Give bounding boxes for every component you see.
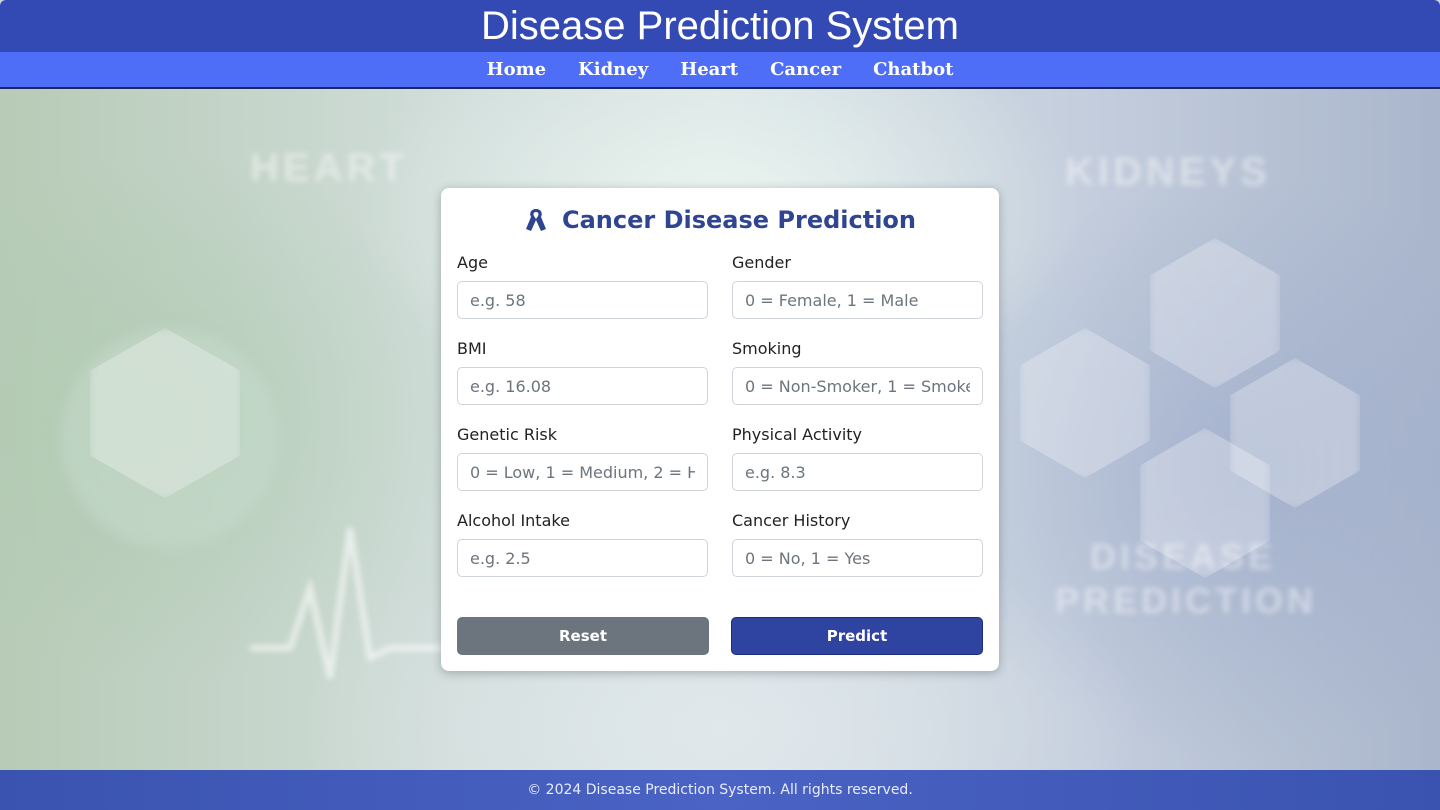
smoking-input[interactable] <box>732 367 983 405</box>
app-title: Disease Prediction System <box>481 4 959 48</box>
age-input[interactable] <box>457 281 708 319</box>
alcohol-intake-input[interactable] <box>457 539 708 577</box>
app-header: Disease Prediction System <box>0 0 1440 52</box>
bg-word: PREDICTION <box>1055 580 1318 621</box>
gender-label: Gender <box>732 253 791 272</box>
cancer-history-label: Cancer History <box>732 511 851 530</box>
page-footer: © 2024 Disease Prediction System. All ri… <box>0 770 1440 810</box>
form-title: Cancer Disease Prediction <box>441 202 999 238</box>
nav-heart[interactable]: Heart <box>680 59 738 80</box>
physical-activity-input[interactable] <box>732 453 983 491</box>
age-label: Age <box>457 253 488 272</box>
nav-cancer[interactable]: Cancer <box>770 59 841 80</box>
main-nav: Home Kidney Heart Cancer Chatbot <box>0 52 1440 89</box>
alcohol-intake-label: Alcohol Intake <box>457 511 570 530</box>
reset-button[interactable]: Reset <box>457 617 709 655</box>
cancer-prediction-form: Cancer Disease Prediction Age Gender BMI… <box>441 188 999 671</box>
physical-activity-label: Physical Activity <box>732 425 863 444</box>
nav-home[interactable]: Home <box>487 59 547 80</box>
gender-input[interactable] <box>732 281 983 319</box>
smoking-label: Smoking <box>732 339 802 358</box>
footer-copyright: © 2024 Disease Prediction System. All ri… <box>527 782 913 798</box>
bg-word: DISEASE <box>1090 536 1277 577</box>
predict-button[interactable]: Predict <box>731 617 983 655</box>
genetic-risk-input[interactable] <box>457 453 708 491</box>
form-title-text: Cancer Disease Prediction <box>561 206 917 234</box>
bg-hexagon <box>1150 238 1280 388</box>
genetic-risk-label: Genetic Risk <box>457 425 557 444</box>
bmi-input[interactable] <box>457 367 708 405</box>
nav-kidney[interactable]: Kidney <box>578 59 648 80</box>
bg-hexagon <box>1020 328 1150 478</box>
ribbon-icon <box>525 209 546 231</box>
bg-word: KIDNEYS <box>1065 150 1271 194</box>
bg-word: HEART <box>250 146 408 190</box>
nav-chatbot[interactable]: Chatbot <box>873 59 953 80</box>
cancer-history-input[interactable] <box>732 539 983 577</box>
bmi-label: BMI <box>457 339 487 358</box>
